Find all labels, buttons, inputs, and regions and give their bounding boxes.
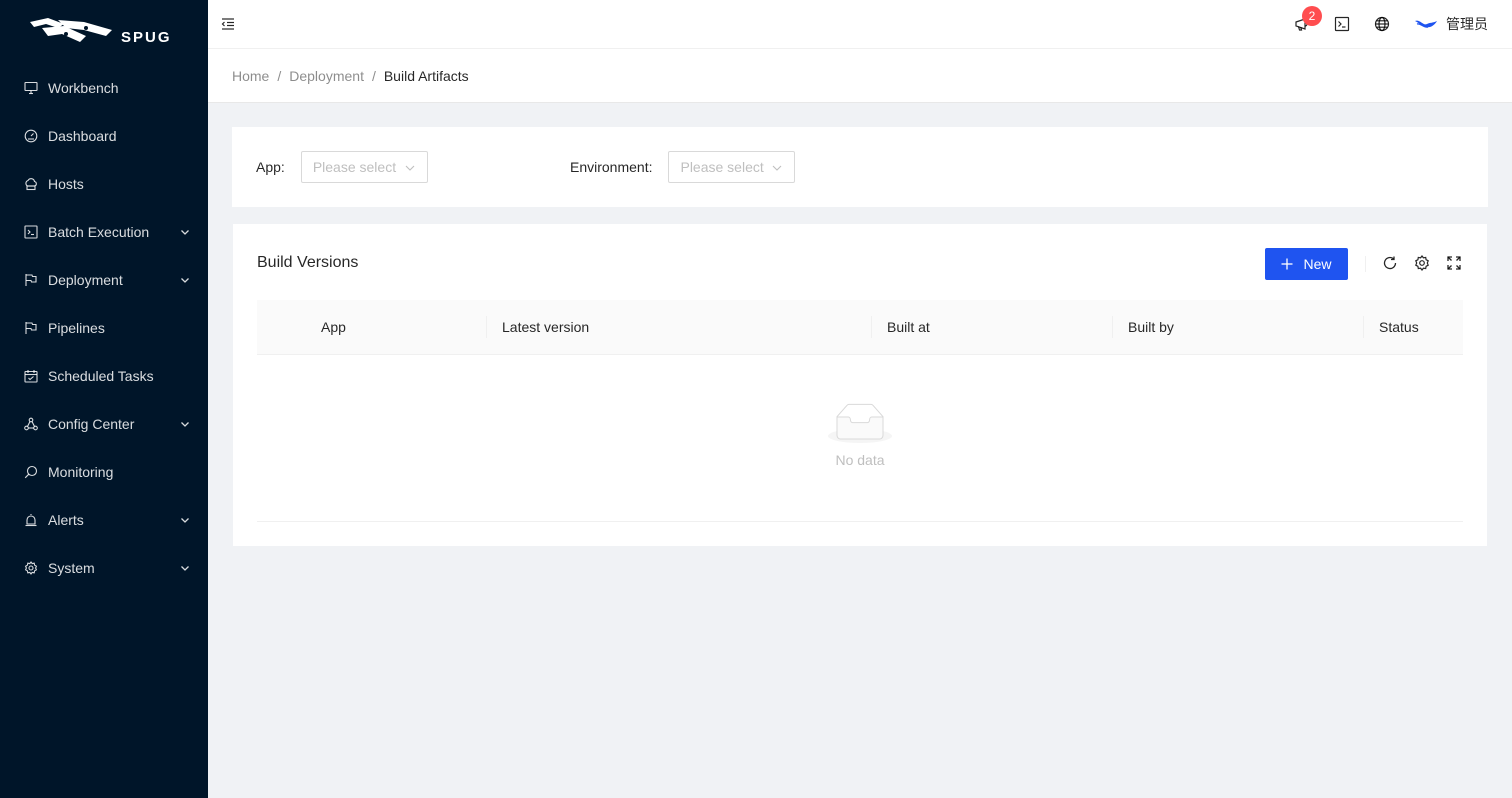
sidebar-item-deployment[interactable]: Deployment (0, 256, 208, 304)
column-header-app[interactable]: App (321, 300, 346, 354)
column-divider (486, 316, 487, 338)
breadcrumb-deployment[interactable]: Deployment (289, 68, 364, 84)
chevron-down-icon (405, 165, 415, 171)
environment-select[interactable]: Please select (668, 151, 796, 183)
header-actions: 2 管理员 (1282, 0, 1488, 48)
sidebar-item-config-center[interactable]: Config Center (0, 400, 208, 448)
empty-state: No data (257, 403, 1463, 468)
sidebar-item-batch-execution[interactable]: Batch Execution (0, 208, 208, 256)
sidebar-item-workbench[interactable]: Workbench (0, 64, 208, 112)
sidebar-item-label: Pipelines (48, 320, 105, 336)
app-select[interactable]: Please select (300, 151, 428, 183)
sidebar-item-label: System (48, 560, 95, 576)
app-filter-label: App: (256, 159, 285, 175)
app-filter: App: Please select (256, 151, 428, 183)
column-divider (1363, 316, 1364, 338)
column-header-latest-version[interactable]: Latest version (502, 300, 589, 354)
empty-inbox-icon (828, 403, 892, 443)
chevron-down-icon (181, 278, 189, 283)
environment-select-placeholder: Please select (680, 159, 764, 175)
column-settings-button[interactable] (1414, 255, 1432, 273)
sidebar: SPUG Workbench Dashboard Hosts Batch Exe… (0, 0, 208, 798)
new-button[interactable]: New (1265, 248, 1348, 280)
table-body: No data (257, 355, 1463, 522)
spug-logo[interactable]: SPUG (0, 0, 208, 64)
sidebar-item-label: Alerts (48, 512, 84, 528)
sidebar-item-monitoring[interactable]: Monitoring (0, 448, 208, 496)
build-versions-card: Build Versions New App Latest version Bu… (233, 224, 1487, 546)
sidebar-menu: Workbench Dashboard Hosts Batch Executio… (0, 64, 208, 592)
column-header-built-by[interactable]: Built by (1128, 300, 1174, 354)
column-divider (871, 316, 872, 338)
sidebar-item-system[interactable]: System (0, 544, 208, 592)
environment-filter: Environment: Please select (570, 151, 796, 183)
global-icon (1374, 16, 1390, 32)
breadcrumb-separator: / (371, 67, 376, 84)
column-divider (1112, 316, 1113, 338)
deployment-unit-icon (24, 417, 38, 431)
reload-icon (1383, 256, 1397, 270)
code-icon (24, 225, 38, 239)
toolbar-divider (1365, 256, 1366, 272)
schedule-icon (24, 369, 38, 383)
fullscreen-icon (1447, 256, 1461, 270)
language-button[interactable] (1362, 0, 1402, 48)
chevron-down-icon (181, 518, 189, 523)
sidebar-item-label: Monitoring (48, 464, 114, 480)
empty-text: No data (835, 452, 885, 468)
sidebar-item-label: Hosts (48, 176, 84, 192)
chevron-down-icon (181, 422, 189, 427)
notification-badge: 2 (1302, 6, 1322, 26)
table-header: App Latest version Built at Built by Sta… (257, 300, 1463, 355)
monitor-icon (24, 465, 38, 479)
fullscreen-button[interactable] (1446, 255, 1464, 273)
avatar (1415, 20, 1437, 28)
setting-icon (24, 561, 38, 575)
chevron-down-icon (773, 165, 782, 171)
top-header: 2 管理员 (208, 0, 1512, 49)
chevron-down-icon (181, 566, 189, 571)
breadcrumb-home[interactable]: Home (232, 68, 269, 84)
chevron-down-icon (181, 230, 189, 235)
svg-text:SPUG: SPUG (121, 29, 172, 46)
sidebar-item-scheduled-tasks[interactable]: Scheduled Tasks (0, 352, 208, 400)
breadcrumb: Home / Deployment / Build Artifacts (208, 49, 1512, 103)
filter-bar: App: Please select Environment: Please s… (232, 127, 1488, 207)
sidebar-item-label: Dashboard (48, 128, 117, 144)
new-button-label: New (1303, 256, 1332, 272)
column-header-status[interactable]: Status (1379, 300, 1419, 354)
cloud-server-icon (24, 177, 38, 191)
user-menu[interactable]: 管理员 (1414, 14, 1488, 34)
sidebar-item-label: Workbench (48, 80, 119, 96)
reload-button[interactable] (1382, 255, 1400, 273)
alert-icon (24, 513, 38, 527)
sidebar-item-label: Deployment (48, 272, 123, 288)
breadcrumb-separator: / (277, 67, 282, 84)
column-header-built-at[interactable]: Built at (887, 300, 930, 354)
spug-logo-icon: SPUG (30, 18, 172, 46)
sidebar-item-pipelines[interactable]: Pipelines (0, 304, 208, 352)
web-terminal-button[interactable] (1322, 0, 1362, 48)
breadcrumb-current: Build Artifacts (383, 67, 469, 84)
sidebar-item-hosts[interactable]: Hosts (0, 160, 208, 208)
menu-fold-icon[interactable] (220, 16, 236, 32)
plus-icon (1281, 258, 1293, 270)
sidebar-item-label: Scheduled Tasks (48, 368, 154, 384)
sidebar-item-dashboard[interactable]: Dashboard (0, 112, 208, 160)
flag-icon (24, 273, 38, 287)
pipeline-icon (24, 321, 38, 335)
setting-icon (1415, 255, 1429, 271)
terminal-icon (1334, 16, 1350, 32)
desktop-icon (24, 81, 38, 95)
sidebar-item-label: Batch Execution (48, 224, 150, 240)
sidebar-item-alerts[interactable]: Alerts (0, 496, 208, 544)
card-title: Build Versions (257, 254, 359, 271)
user-name: 管理员 (1446, 16, 1488, 32)
notification-button[interactable]: 2 (1282, 0, 1322, 48)
app-select-placeholder: Please select (312, 159, 397, 175)
sidebar-item-label: Config Center (48, 416, 135, 432)
environment-filter-label: Environment: (570, 159, 653, 175)
dashboard-icon (24, 129, 38, 143)
